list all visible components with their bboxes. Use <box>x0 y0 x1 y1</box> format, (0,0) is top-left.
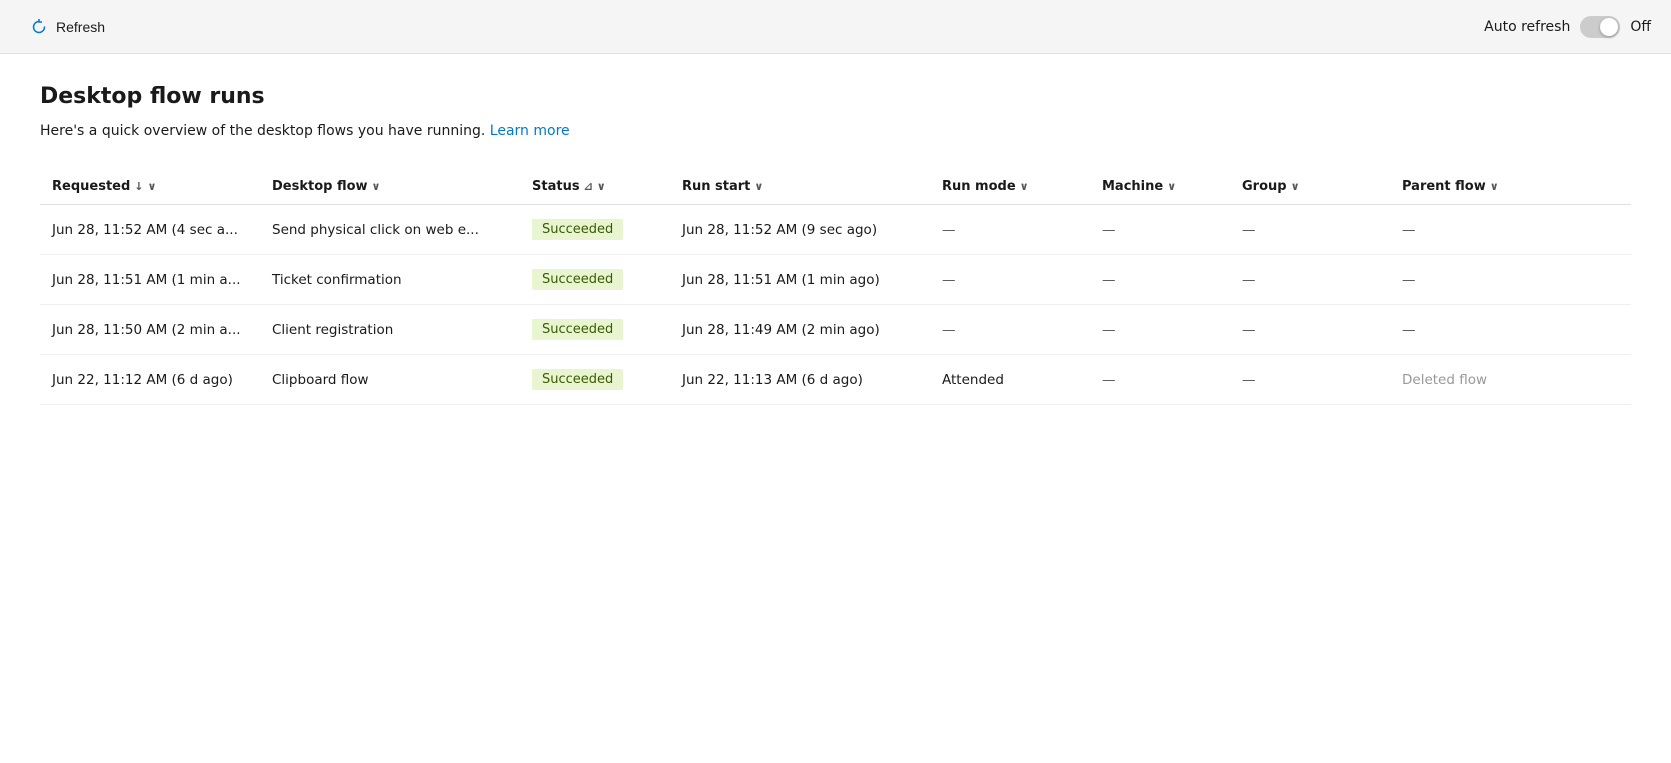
table-row[interactable]: Jun 28, 11:51 AM (1 min a...Ticket confi… <box>40 255 1631 305</box>
dash-value: — <box>1402 222 1416 238</box>
flows-table: Requested ↓ ∨ Desktop flow ∨ Status ⊿ <box>40 169 1631 405</box>
auto-refresh-toggle[interactable] <box>1580 16 1620 38</box>
cell-run-mode: — <box>930 255 1090 305</box>
col-header-machine[interactable]: Machine ∨ <box>1090 169 1230 205</box>
dash-value: — <box>1242 372 1256 388</box>
filter-icon: ⊿ <box>584 180 593 193</box>
cell-status: Succeeded <box>520 355 670 405</box>
chevron-down-icon: ∨ <box>1291 180 1300 193</box>
table-header-row: Requested ↓ ∨ Desktop flow ∨ Status ⊿ <box>40 169 1631 205</box>
cell-requested: Jun 28, 11:52 AM (4 sec a... <box>40 205 260 255</box>
chevron-down-icon: ∨ <box>1167 180 1176 193</box>
dash-value: — <box>1102 322 1116 338</box>
chevron-down-icon: ∨ <box>1020 180 1029 193</box>
dash-value: — <box>1402 322 1416 338</box>
table-row[interactable]: Jun 28, 11:50 AM (2 min a...Client regis… <box>40 305 1631 355</box>
dash-value: — <box>1242 272 1256 288</box>
col-header-group[interactable]: Group ∨ <box>1230 169 1390 205</box>
learn-more-link[interactable]: Learn more <box>490 123 570 139</box>
status-badge: Succeeded <box>532 319 623 340</box>
cell-machine: — <box>1090 205 1230 255</box>
table-row[interactable]: Jun 28, 11:52 AM (4 sec a...Send physica… <box>40 205 1631 255</box>
refresh-button[interactable]: Refresh <box>20 12 115 42</box>
page-description: Here's a quick overview of the desktop f… <box>40 123 1631 139</box>
status-badge: Succeeded <box>532 269 623 290</box>
col-header-run-mode[interactable]: Run mode ∨ <box>930 169 1090 205</box>
refresh-icon <box>30 18 48 36</box>
cell-parent-flow: — <box>1390 205 1631 255</box>
chevron-down-icon: ∨ <box>754 180 763 193</box>
cell-run-start: Jun 28, 11:49 AM (2 min ago) <box>670 305 930 355</box>
cell-status: Succeeded <box>520 305 670 355</box>
cell-group: — <box>1230 305 1390 355</box>
dash-value: — <box>1402 272 1416 288</box>
cell-run-start: Jun 28, 11:51 AM (1 min ago) <box>670 255 930 305</box>
cell-desktop-flow: Send physical click on web e... <box>260 205 520 255</box>
cell-desktop-flow: Clipboard flow <box>260 355 520 405</box>
cell-requested: Jun 22, 11:12 AM (6 d ago) <box>40 355 260 405</box>
col-header-parent-flow[interactable]: Parent flow ∨ <box>1390 169 1631 205</box>
toggle-knob <box>1600 18 1618 36</box>
cell-parent-flow: — <box>1390 255 1631 305</box>
col-header-run-start[interactable]: Run start ∨ <box>670 169 930 205</box>
top-bar: Refresh Auto refresh Off <box>0 0 1671 54</box>
cell-run-mode: Attended <box>930 355 1090 405</box>
dash-value: — <box>942 222 956 238</box>
cell-requested: Jun 28, 11:50 AM (2 min a... <box>40 305 260 355</box>
chevron-down-icon: ∨ <box>597 180 606 193</box>
cell-run-start: Jun 28, 11:52 AM (9 sec ago) <box>670 205 930 255</box>
auto-refresh-area: Auto refresh Off <box>1484 16 1651 38</box>
cell-desktop-flow: Ticket confirmation <box>260 255 520 305</box>
cell-requested: Jun 28, 11:51 AM (1 min a... <box>40 255 260 305</box>
table-body: Jun 28, 11:52 AM (4 sec a...Send physica… <box>40 205 1631 405</box>
table-row[interactable]: Jun 22, 11:12 AM (6 d ago)Clipboard flow… <box>40 355 1631 405</box>
cell-machine: — <box>1090 355 1230 405</box>
dash-value: — <box>1102 222 1116 238</box>
col-header-desktop-flow[interactable]: Desktop flow ∨ <box>260 169 520 205</box>
col-header-status[interactable]: Status ⊿ ∨ <box>520 169 670 205</box>
col-header-requested[interactable]: Requested ↓ ∨ <box>40 169 260 205</box>
cell-run-start: Jun 22, 11:13 AM (6 d ago) <box>670 355 930 405</box>
status-badge: Succeeded <box>532 219 623 240</box>
cell-parent-flow: Deleted flow <box>1390 355 1631 405</box>
main-content: Desktop flow runs Here's a quick overvie… <box>0 54 1671 763</box>
cell-machine: — <box>1090 255 1230 305</box>
cell-run-mode: — <box>930 305 1090 355</box>
status-badge: Succeeded <box>532 369 623 390</box>
cell-status: Succeeded <box>520 255 670 305</box>
cell-group: — <box>1230 205 1390 255</box>
cell-run-mode: — <box>930 205 1090 255</box>
deleted-flow-label: Deleted flow <box>1402 372 1487 388</box>
cell-group: — <box>1230 255 1390 305</box>
refresh-label: Refresh <box>56 19 105 35</box>
cell-group: — <box>1230 355 1390 405</box>
sort-desc-icon: ↓ <box>134 180 143 193</box>
chevron-down-icon: ∨ <box>148 180 157 193</box>
dash-value: — <box>942 322 956 338</box>
dash-value: — <box>1242 322 1256 338</box>
toggle-state-label: Off <box>1630 19 1651 35</box>
chevron-down-icon: ∨ <box>1490 180 1499 193</box>
cell-parent-flow: — <box>1390 305 1631 355</box>
dash-value: — <box>1102 272 1116 288</box>
cell-desktop-flow: Client registration <box>260 305 520 355</box>
dash-value: — <box>1102 372 1116 388</box>
chevron-down-icon: ∨ <box>372 180 381 193</box>
description-text: Here's a quick overview of the desktop f… <box>40 123 485 139</box>
auto-refresh-label: Auto refresh <box>1484 19 1570 35</box>
dash-value: — <box>1242 222 1256 238</box>
dash-value: — <box>942 272 956 288</box>
page-title: Desktop flow runs <box>40 84 1631 109</box>
cell-machine: — <box>1090 305 1230 355</box>
cell-status: Succeeded <box>520 205 670 255</box>
